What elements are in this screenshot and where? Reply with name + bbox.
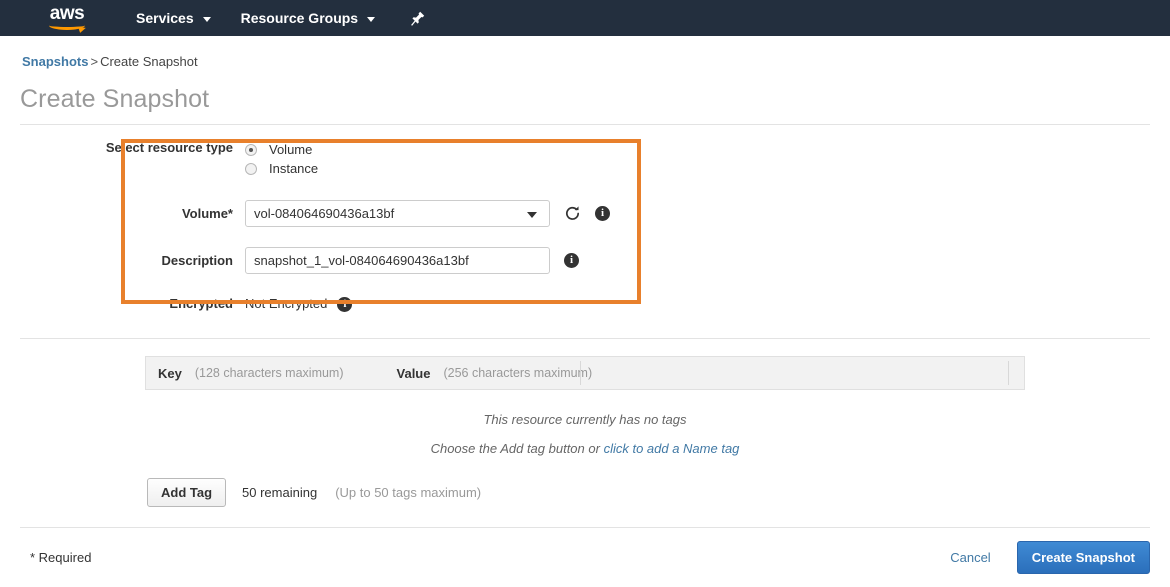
tags-column-divider bbox=[580, 361, 581, 385]
info-icon: i bbox=[337, 297, 352, 312]
encrypted-value: Not Encrypted bbox=[245, 295, 327, 313]
tags-empty-hint: Choose the Add tag button or click to ad… bbox=[145, 441, 1025, 456]
radio-instance-icon[interactable] bbox=[245, 163, 257, 175]
tags-table-header: Key (128 characters maximum) Value (256 … bbox=[145, 356, 1025, 390]
tags-column-key-hint: (128 characters maximum) bbox=[195, 366, 344, 380]
nav-item-resource-groups-label: Resource Groups bbox=[241, 10, 358, 26]
top-navigation-bar: aws Services Resource Groups bbox=[0, 0, 1170, 36]
info-icon: i bbox=[564, 253, 579, 268]
title-divider bbox=[20, 124, 1150, 125]
description-info-icon[interactable]: i bbox=[564, 247, 579, 274]
form-row-description: Description i bbox=[0, 247, 1170, 274]
breadcrumb-separator: > bbox=[90, 54, 98, 69]
tags-remaining-count: 50 remaining bbox=[242, 485, 317, 500]
tags-max-hint: (Up to 50 tags maximum) bbox=[335, 485, 481, 500]
tags-empty-message: This resource currently has no tags bbox=[145, 412, 1025, 427]
radio-volume-icon[interactable] bbox=[245, 144, 257, 156]
chevron-down-icon bbox=[203, 17, 211, 22]
chevron-down-icon bbox=[367, 17, 375, 22]
encrypted-label: Encrypted bbox=[0, 295, 245, 313]
radio-option-volume[interactable]: Volume bbox=[245, 140, 318, 159]
cancel-button[interactable]: Cancel bbox=[944, 549, 996, 566]
form-row-encrypted: Encrypted Not Encrypted i bbox=[0, 295, 1170, 313]
add-tag-button[interactable]: Add Tag bbox=[147, 478, 226, 507]
create-snapshot-form: Select resource type Volume Instance Vol… bbox=[0, 139, 1170, 313]
add-tag-row: Add Tag 50 remaining (Up to 50 tags maxi… bbox=[145, 478, 1025, 507]
tags-column-value-title: Value bbox=[397, 366, 431, 381]
tags-table: Key (128 characters maximum) Value (256 … bbox=[145, 356, 1025, 507]
footer-bar: * Required Cancel Create Snapshot bbox=[0, 528, 1170, 587]
nav-item-services-label: Services bbox=[136, 10, 194, 26]
add-name-tag-link[interactable]: click to add a Name tag bbox=[604, 441, 740, 456]
page-title: Create Snapshot bbox=[20, 85, 1170, 114]
form-row-volume: Volume* i bbox=[0, 200, 1170, 227]
tags-actions-divider bbox=[1008, 361, 1009, 385]
tags-column-key-title: Key bbox=[146, 366, 182, 381]
radio-volume-label: Volume bbox=[269, 142, 312, 157]
tags-section-divider bbox=[20, 338, 1150, 339]
description-label: Description bbox=[0, 247, 245, 270]
resource-type-label: Select resource type bbox=[0, 139, 245, 157]
tags-column-value-hint: (256 characters maximum) bbox=[443, 366, 592, 380]
encrypted-info-icon[interactable]: i bbox=[337, 295, 352, 313]
info-icon: i bbox=[595, 206, 610, 221]
aws-logo-smile bbox=[49, 21, 85, 30]
description-input[interactable] bbox=[245, 247, 550, 274]
resource-type-radio-group: Volume Instance bbox=[245, 139, 318, 178]
breadcrumb: Snapshots>Create Snapshot bbox=[0, 36, 1170, 69]
form-row-resource-type: Select resource type Volume Instance bbox=[0, 139, 1170, 178]
nav-item-services[interactable]: Services bbox=[136, 10, 211, 26]
aws-logo[interactable]: aws bbox=[46, 5, 88, 31]
volume-info-icon[interactable]: i bbox=[595, 200, 610, 227]
create-snapshot-button[interactable]: Create Snapshot bbox=[1017, 541, 1150, 574]
volume-select-wrapper bbox=[245, 200, 550, 227]
refresh-icon[interactable] bbox=[564, 200, 581, 227]
breadcrumb-current: Create Snapshot bbox=[100, 54, 198, 69]
pin-icon[interactable] bbox=[411, 11, 425, 26]
aws-logo-text: aws bbox=[46, 5, 88, 22]
tags-empty-hint-prefix: Choose the Add tag button or bbox=[431, 441, 604, 456]
nav-item-resource-groups[interactable]: Resource Groups bbox=[241, 10, 375, 26]
radio-instance-label: Instance bbox=[269, 161, 318, 176]
volume-label: Volume* bbox=[0, 200, 245, 223]
radio-option-instance[interactable]: Instance bbox=[245, 159, 318, 178]
footer-actions: Cancel Create Snapshot bbox=[944, 541, 1150, 574]
breadcrumb-link-snapshots[interactable]: Snapshots bbox=[22, 54, 88, 69]
volume-select[interactable] bbox=[245, 200, 550, 227]
required-note: * Required bbox=[30, 550, 91, 565]
